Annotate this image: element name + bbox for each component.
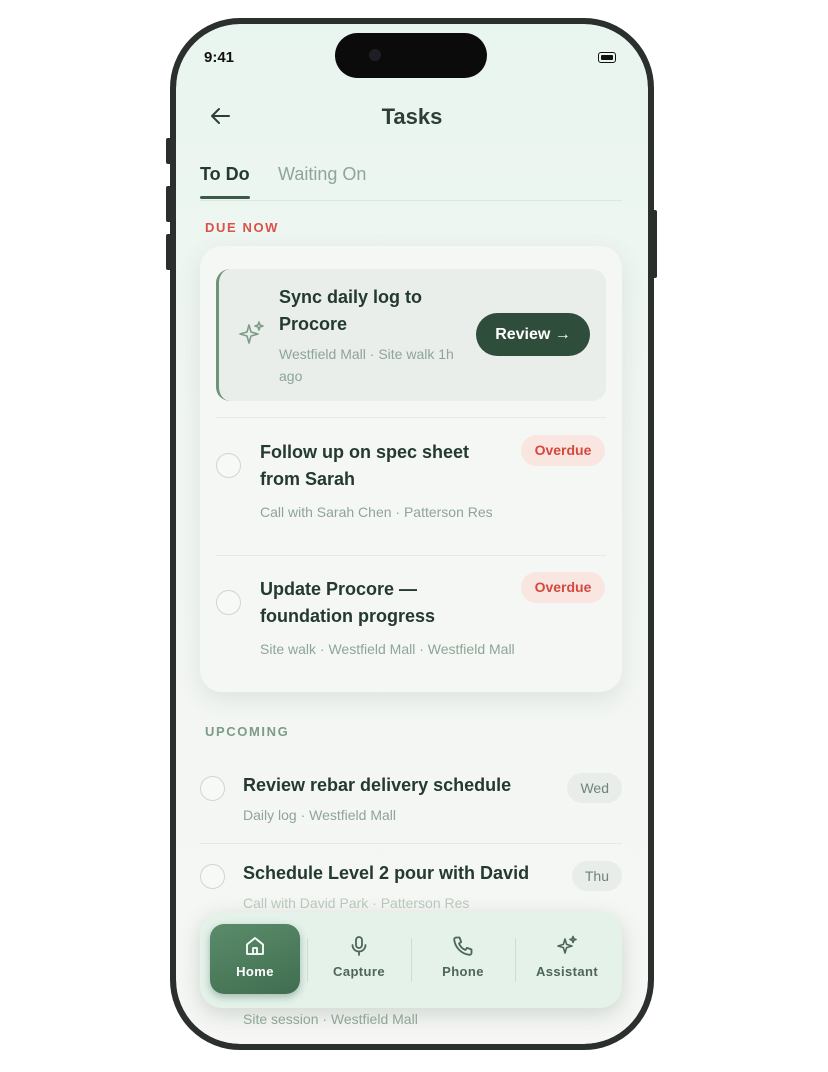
day-badge: Wed [567,773,622,803]
sparkle-icon [239,321,264,344]
task-meta: Daily log · Westfield Mall [243,807,397,823]
divider [216,555,606,556]
tab-to-do[interactable]: To Do [200,164,250,185]
home-icon [246,937,264,955]
nav-divider [515,938,516,982]
divider [200,843,622,844]
nav-divider [411,938,412,982]
nav-capture[interactable]: Capture [314,924,404,994]
nav-divider [307,938,308,982]
task-checkbox[interactable] [200,776,225,801]
task-title: Update Procore — foundation progress [260,579,435,626]
nav-phone[interactable]: Phone [418,924,508,994]
nav-home-label: Home [236,964,274,979]
status-time: 9:41 [204,49,235,66]
phone-frame: 9:41 Tasks To Do Waiting On DUE NOW Sync… [170,18,654,1050]
overdue-badge: Overdue [521,435,605,466]
task-checkbox[interactable] [216,590,241,615]
nav-home[interactable]: Home [210,924,300,994]
bottom-nav: Home Capture Phone Assistant [200,912,622,1008]
phone-icon [453,936,473,956]
upcoming-task-item[interactable]: Review rebar delivery schedule Daily log… [200,773,622,856]
nav-assistant[interactable]: Assistant [522,924,612,994]
section-label-upcoming: UPCOMING [205,724,290,739]
task-title: Schedule Level 2 pour with David [243,863,530,883]
sparkle-icon [557,935,577,954]
task-item[interactable]: Update Procore — foundation progress Sit… [216,572,606,692]
dynamic-island [335,33,487,78]
hero-task-title: Sync daily log to Procore [279,287,423,334]
nav-phone-label: Phone [442,964,484,979]
battery-icon [598,52,616,63]
task-title: Follow up on spec sheet from Sarah [260,442,470,489]
task-title: Review rebar delivery schedule [243,775,512,795]
task-meta: Call with David Park · Patterson Res [243,895,470,911]
day-badge: Thu [571,861,622,891]
tab-active-indicator [200,196,250,199]
divider [216,417,606,418]
task-meta: Site walk · Westfield Mall · Westfield M… [260,641,515,657]
tab-bar: To Do Waiting On [200,164,622,201]
due-now-card: Sync daily log to Procore Westfield Mall… [200,246,622,692]
overdue-badge: Overdue [521,572,605,603]
task-checkbox[interactable] [200,864,225,889]
hero-task-meta: Westfield Mall · Site walk 1h ago [279,346,454,384]
section-label-due-now: DUE NOW [205,220,280,235]
screen: 9:41 Tasks To Do Waiting On DUE NOW Sync… [176,24,648,1044]
camera-icon [369,49,381,61]
microphone-icon [351,936,367,956]
review-button[interactable]: Review → [476,313,590,356]
tab-waiting-on[interactable]: Waiting On [278,164,366,185]
nav-assistant-label: Assistant [535,964,599,979]
nav-capture-label: Capture [333,964,385,979]
task-meta: Site session · Westfield Mall [243,1011,418,1027]
task-meta: Call with Sarah Chen · Patterson Res [260,504,493,520]
task-item[interactable]: Follow up on spec sheet from Sarah Call … [216,435,606,555]
hero-task[interactable]: Sync daily log to Procore Westfield Mall… [216,269,606,401]
page-title: Tasks [381,104,443,129]
task-checkbox[interactable] [216,453,241,478]
